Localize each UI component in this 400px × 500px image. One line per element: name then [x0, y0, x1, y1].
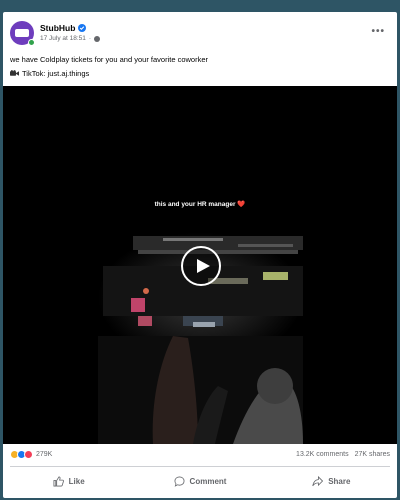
avatar[interactable] — [10, 21, 35, 46]
video-player[interactable]: this and your HR manager ❤️ — [3, 86, 397, 444]
share-button[interactable]: Share — [266, 469, 397, 493]
comment-icon — [174, 476, 185, 487]
like-label: Like — [68, 476, 85, 486]
reaction-count: 279K — [36, 451, 53, 458]
share-icon — [312, 475, 324, 486]
actions-divider — [10, 466, 390, 467]
more-options-icon[interactable]: ••• — [371, 26, 385, 37]
comment-label: Comment — [189, 476, 227, 486]
page-name-row: StubHub — [40, 23, 87, 33]
video-overlay-text: this and your HR manager ❤️ — [154, 201, 246, 208]
share-count[interactable]: 27K shares — [355, 451, 390, 458]
post-card: StubHub 17 July at 18:51 · ••• we have C… — [3, 12, 397, 498]
video-camera-icon — [10, 70, 19, 76]
engagement-counts: 13.2K comments 27K shares — [296, 451, 390, 458]
post-header: StubHub 17 July at 18:51 · ••• — [3, 12, 397, 52]
play-icon — [196, 259, 210, 273]
like-button[interactable]: Like — [3, 469, 134, 493]
play-button[interactable] — [181, 246, 221, 286]
online-status-dot — [28, 39, 35, 46]
action-bar: Like Comment Share — [3, 469, 397, 493]
post-timestamp[interactable]: 17 July at 18:51 — [40, 35, 86, 42]
globe-icon — [94, 35, 101, 42]
love-reaction-icon — [24, 450, 33, 459]
verified-badge-icon — [78, 24, 87, 32]
page-name[interactable]: StubHub — [40, 23, 75, 33]
post-stats: 279K 13.2K comments 27K shares — [3, 446, 397, 464]
comment-button[interactable]: Comment — [134, 469, 265, 493]
tiktok-label[interactable]: TikTok: just.aj.things — [22, 69, 89, 78]
post-caption: we have Coldplay tickets for you and you… — [10, 55, 209, 64]
reaction-summary[interactable]: 279K — [10, 450, 52, 459]
tiktok-credit: TikTok: just.aj.things — [10, 69, 89, 78]
post-meta: 17 July at 18:51 · — [40, 35, 101, 42]
comment-count[interactable]: 13.2K comments — [296, 451, 349, 458]
like-icon — [53, 476, 64, 486]
stubhub-logo — [15, 29, 29, 37]
meta-separator: · — [88, 35, 92, 42]
share-label: Share — [328, 476, 351, 486]
